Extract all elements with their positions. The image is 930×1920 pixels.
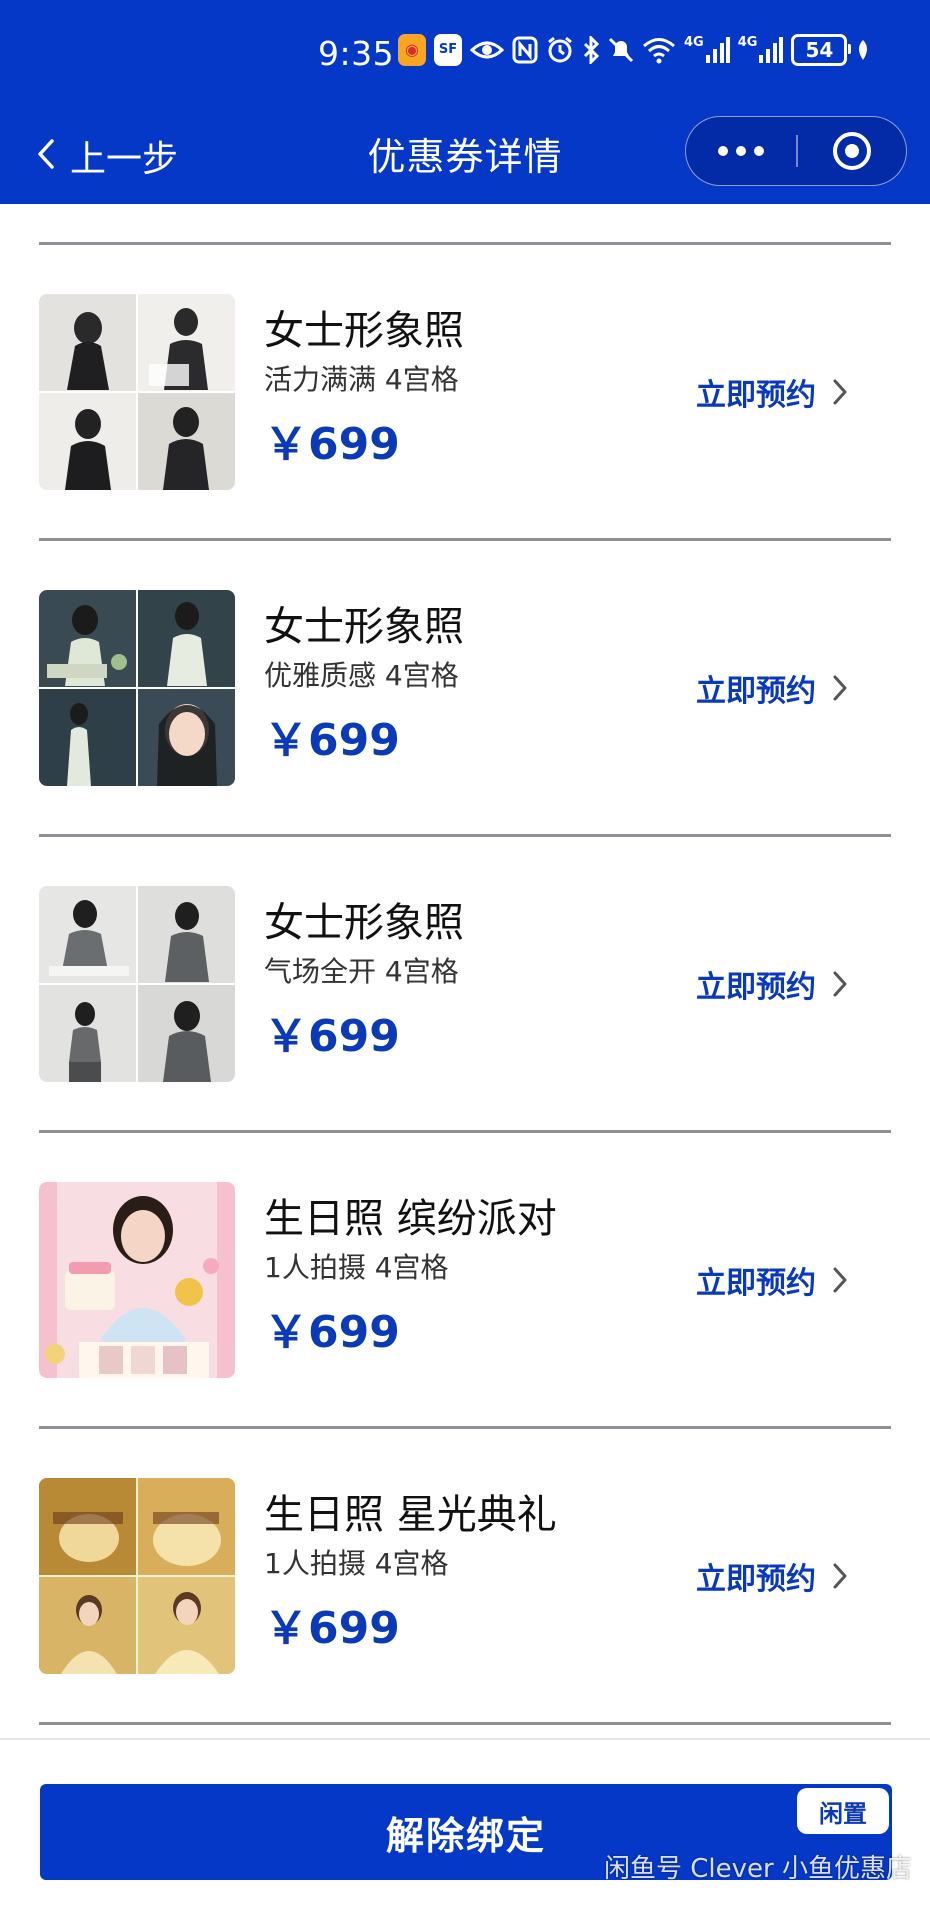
book-now-button[interactable]: 立即预约 [696,962,848,1006]
weibo-icon: ◉ [398,34,426,66]
close-button[interactable] [798,117,906,184]
status-icons: ◉ SF 4G 4G 54 [398,34,871,66]
list-item[interactable]: 女士形象照 活力满满 4宫格 ￥699 立即预约 [0,244,930,538]
alarm-icon [546,34,574,66]
item-price: ￥699 [264,1307,400,1358]
divider [39,1722,891,1725]
item-subtitle: 活力满满 4宫格 [264,363,459,396]
product-thumbnail [39,1182,235,1378]
bottom-bar-divider [0,1738,930,1740]
item-price: ￥699 [264,419,400,470]
item-title: 女士形象照 [264,604,464,650]
item-subtitle: 1人拍摄 4宫格 [264,1547,449,1580]
list-item[interactable]: 女士形象照 优雅质感 4宫格 ￥699 立即预约 [0,540,930,834]
list-item[interactable]: 女士形象照 气场全开 4宫格 ￥699 立即预约 [0,836,930,1130]
product-thumbnail [39,886,235,1082]
product-thumbnail [39,1478,235,1674]
item-price: ￥699 [264,1603,400,1654]
target-icon [833,131,871,170]
leaf-icon [855,34,871,66]
chevron-right-icon [833,1563,847,1589]
item-title: 女士形象照 [264,900,464,946]
nfc-icon [512,34,538,66]
item-subtitle: 1人拍摄 4宫格 [264,1251,449,1284]
list-item[interactable]: 生日照 缤纷派对 1人拍摄 4宫格 ￥699 立即预约 [0,1132,930,1426]
product-thumbnail [39,294,235,490]
product-thumbnail [39,590,235,786]
chevron-right-icon [833,675,847,701]
unbind-label: 解除绑定 [385,1813,546,1858]
nav-bar: 上一步 优惠券详情 [0,108,930,204]
wifi-icon [642,34,676,66]
book-now-button[interactable]: 立即预约 [696,1258,848,1302]
book-now-label: 立即预约 [696,1266,816,1301]
item-subtitle: 优雅质感 4宫格 [264,659,459,692]
book-now-label: 立即预约 [696,378,816,413]
battery-icon: 54 [791,34,852,66]
item-subtitle: 气场全开 4宫格 [264,955,459,988]
corner-badge: 闲置 [797,1788,889,1834]
more-button[interactable] [686,117,796,184]
chevron-right-icon [833,379,847,405]
mute-icon [608,34,634,66]
top-app-bar: 9:35 ◉ SF 4G 4G 54 上一步 优惠券详情 [0,0,930,204]
book-now-button[interactable]: 立即预约 [696,1554,848,1598]
bluetooth-icon [582,34,600,66]
mini-program-capsule [685,116,907,186]
book-now-label: 立即预约 [696,674,816,709]
signal-icon: 4G [738,34,784,66]
book-now-button[interactable]: 立即预约 [696,666,848,710]
item-price: ￥699 [264,715,400,766]
status-bar: 9:35 ◉ SF 4G 4G 54 [0,0,930,108]
watermark: 闲鱼号 Clever 小鱼优惠店 [604,1854,912,1884]
item-price: ￥699 [264,1011,400,1062]
sf-express-icon: SF [434,34,462,66]
chevron-right-icon [833,1267,847,1293]
item-title: 女士形象照 [264,308,464,354]
eye-icon [470,34,504,66]
more-dots-icon [718,145,764,156]
list-item[interactable]: 生日照 星光典礼 1人拍摄 4宫格 ￥699 立即预约 [0,1428,930,1722]
chevron-right-icon [833,971,847,997]
signal-icon: 4G [684,34,730,66]
book-now-label: 立即预约 [696,970,816,1005]
item-title: 生日照 缤纷派对 [264,1196,557,1242]
book-now-label: 立即预约 [696,1562,816,1597]
status-time: 9:35 [318,34,395,73]
item-title: 生日照 星光典礼 [264,1492,557,1538]
book-now-button[interactable]: 立即预约 [696,370,848,414]
